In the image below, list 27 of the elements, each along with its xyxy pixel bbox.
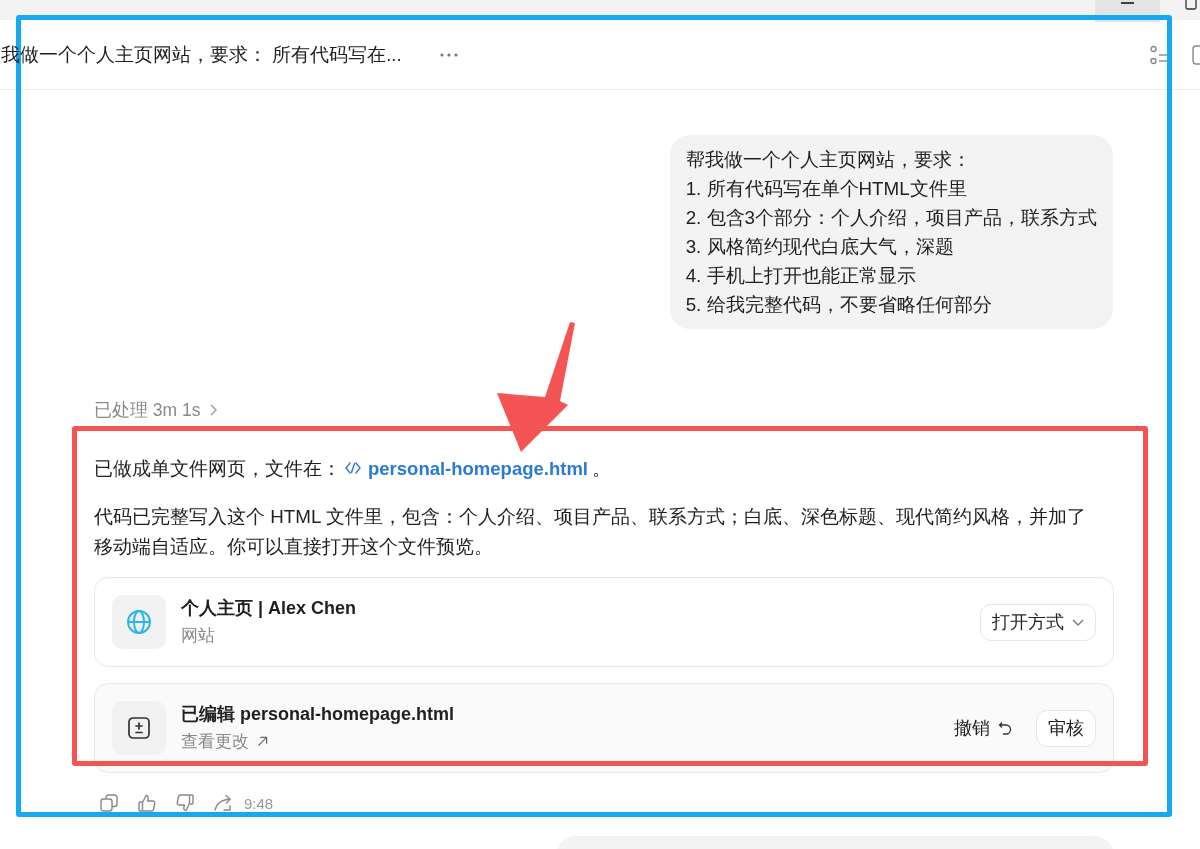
card-title: 个人主页 | Alex Chen <box>181 597 357 620</box>
undo-button[interactable]: 撤销 <box>954 716 1012 740</box>
chevron-down-icon <box>1072 618 1084 626</box>
file-link[interactable]: personal-homepage.html <box>345 458 588 479</box>
reply-text: 已做成单文件网页，文件在： personal-homepage.html 。 <box>94 457 612 481</box>
more-icon[interactable] <box>439 52 458 57</box>
open-with-dropdown[interactable]: 打开方式 <box>980 603 1096 641</box>
diff-file-icon <box>112 701 166 755</box>
user-message: 帮我做一个个人主页网站，要求： 1. 所有代码写在单个HTML文件里 2. 包含3个部分：个人介绍，项目产品，联系方式 3. 风格简约现代白底大气，深题 4. 手机上打开也能正常显示 5. 给我完整代码，不要省略任何部分 <box>669 135 1113 329</box>
share-icon[interactable] <box>214 794 232 812</box>
card-title: 已编辑 personal-homepage.html <box>181 703 455 726</box>
review-button[interactable]: 审核 <box>1036 709 1096 747</box>
minimize-icon <box>1121 2 1134 4</box>
arrow-up-right-icon <box>257 736 268 747</box>
globe-icon <box>112 595 166 649</box>
chevron-right-icon <box>209 404 217 416</box>
list-icon[interactable] <box>1150 44 1168 65</box>
card-subtitle: 网站 <box>181 625 215 647</box>
thumbs-down-icon[interactable] <box>176 794 194 812</box>
thumbs-up-icon[interactable] <box>138 794 156 812</box>
undo-icon <box>998 721 1012 735</box>
message-time: 9:48 <box>244 794 274 812</box>
panel-icon[interactable] <box>1192 44 1200 65</box>
maximize-icon[interactable] <box>1185 0 1197 10</box>
reply-text: 代码已完整写入这个 HTML 文件里，包含：个人介绍、项目产品、联系方式；白底、深色标题、现代简约风格，并加了移动端自适应。你可以直接打开这个文件预览。 <box>94 505 1087 559</box>
code-icon <box>345 462 361 474</box>
copy-icon[interactable] <box>100 794 118 812</box>
